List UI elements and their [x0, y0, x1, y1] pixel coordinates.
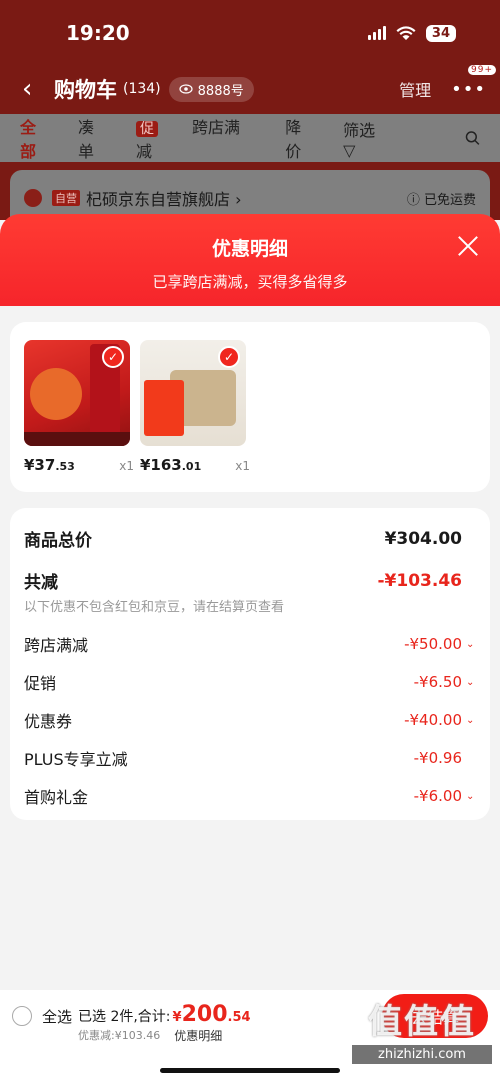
- total-reduce-label: 共减: [24, 573, 58, 593]
- select-all-checkbox[interactable]: [12, 1006, 32, 1026]
- discount-row-promotion[interactable]: 促销 -¥6.50 ⌄: [24, 670, 476, 694]
- chevron-down-icon: ⌄: [466, 676, 475, 688]
- home-indicator: [160, 1068, 340, 1073]
- discount-value: -¥40.00: [404, 711, 462, 729]
- tab-price-drop[interactable]: 降价: [285, 114, 309, 162]
- tab-combine[interactable]: 凑单: [78, 114, 102, 162]
- tab-all[interactable]: 全部: [20, 114, 44, 162]
- discount-value: -¥0.96: [413, 749, 462, 767]
- back-button[interactable]: ‹: [22, 74, 52, 104]
- eye-icon: [179, 84, 193, 94]
- discount-label: 优惠券: [24, 712, 73, 731]
- filter-bar: 全部 凑单 促跨店满减 降价 筛选 ▽: [0, 114, 500, 162]
- watermark-url: zhizhizhi.com: [352, 1045, 492, 1064]
- discount-sheet-header: 优惠明细 已享跨店满减，买得多省得多: [0, 214, 500, 314]
- status-time: 19:20: [66, 21, 130, 45]
- discount-label: 跨店满减: [24, 636, 89, 655]
- discount-value: -¥6.50: [413, 673, 462, 691]
- site-watermark: 值值值 zhizhizhi.com: [352, 994, 492, 1080]
- total-price-label: 商品总价: [24, 531, 92, 551]
- discount-row-cross-store[interactable]: 跨店满减 -¥50.00 ⌄: [24, 632, 476, 656]
- select-all-label[interactable]: 全选: [42, 1006, 72, 1027]
- chevron-down-icon: ⌄: [466, 638, 475, 650]
- account-label: 8888号: [197, 83, 244, 99]
- goods-quantity: x1: [119, 459, 134, 473]
- discount-row-first-purchase[interactable]: 首购礼金 -¥6.00 ⌄: [24, 784, 476, 808]
- goods-item[interactable]: ✓ ¥37.53 x1: [24, 340, 134, 474]
- total-price-row: 商品总价 ¥304.00: [24, 526, 476, 552]
- more-button[interactable]: ••• 99+: [451, 64, 496, 100]
- battery-icon: 34: [425, 24, 456, 42]
- tab-cross-store[interactable]: 促跨店满减: [135, 114, 251, 162]
- discount-label: 首购礼金: [24, 788, 89, 807]
- discount-summary: 优惠减:¥103.46 优惠明细: [78, 1027, 222, 1044]
- goods-image: ✓: [140, 340, 246, 446]
- discount-row-coupon[interactable]: 优惠券 -¥40.00 ⌄: [24, 708, 476, 732]
- goods-image: ✓: [24, 340, 130, 446]
- filter-label: 筛选: [343, 120, 376, 140]
- more-icon: •••: [451, 78, 486, 100]
- discount-note: 以下优惠不包含红包和京豆，请在结算页查看: [24, 600, 285, 615]
- sheet-title: 优惠明细: [211, 238, 288, 260]
- discount-amount: 优惠减:¥103.46: [78, 1029, 161, 1042]
- filter-button[interactable]: 筛选 ▽: [343, 117, 431, 160]
- discount-label: PLUS专享立减: [24, 750, 128, 769]
- watermark-logo: 值值值: [368, 1002, 476, 1042]
- goods-item[interactable]: ✓ ¥163.01 x1: [140, 340, 250, 474]
- free-shipping-label: ⓘ 已免运费: [406, 192, 476, 208]
- chevron-down-icon: ⌄: [466, 714, 475, 726]
- message-badge: 99+: [468, 64, 496, 75]
- filter-icon: ▽: [343, 140, 356, 160]
- cart-count: (134): [123, 81, 161, 97]
- page-title: 购物车: [54, 78, 117, 102]
- total-reduce-value: -¥103.46: [377, 570, 463, 591]
- goods-card: ✓ ¥37.53 x1 ✓ ¥163.01 x1: [10, 322, 490, 492]
- store-checkbox[interactable]: [24, 189, 42, 207]
- goods-quantity: x1: [235, 459, 250, 473]
- discount-sheet-body: ✓ ¥37.53 x1 ✓ ¥163.01 x1 商品总价 ¥304.00 共减: [0, 306, 500, 990]
- store-name[interactable]: 杞硕京东自营旗舰店 ›: [86, 186, 242, 210]
- discount-detail-card: 商品总价 ¥304.00 共减 -¥103.46 以下优惠不包含红包和京豆，请在…: [10, 508, 490, 820]
- discount-detail-link[interactable]: 优惠明细: [174, 1027, 222, 1044]
- total-price-value: ¥304.00: [384, 528, 462, 549]
- self-operated-tag: 自营: [52, 190, 80, 206]
- cart-header: ‹ 购物车 (134) 8888号 管理 ••• 99+: [0, 64, 500, 112]
- discount-value: -¥50.00: [404, 635, 462, 653]
- discount-value: -¥6.00: [413, 787, 462, 805]
- search-icon[interactable]: [465, 128, 480, 148]
- account-switch[interactable]: 8888号: [168, 76, 254, 102]
- signal-icon: [367, 26, 386, 40]
- checkout-total: ¥200.54: [172, 1002, 251, 1027]
- selected-count: 已选 2件,合计:: [78, 1009, 171, 1025]
- sheet-subtitle: 已享跨店满减，买得多省得多: [152, 273, 348, 291]
- selected-summary: 已选 2件,合计: ¥200.54: [78, 1002, 251, 1027]
- wifi-icon: [396, 25, 416, 40]
- total-reduce-row: 共减 -¥103.46: [24, 568, 476, 594]
- discount-row-plus: PLUS专享立减 -¥0.96: [24, 746, 476, 770]
- status-icons: 34: [367, 24, 456, 42]
- check-icon: ✓: [218, 346, 240, 368]
- promo-tag: 促: [135, 121, 158, 137]
- manage-button[interactable]: 管理: [399, 77, 431, 101]
- discount-label: 促销: [24, 674, 57, 693]
- status-bar: 19:20 34: [0, 0, 500, 66]
- goods-price: ¥37.53: [24, 456, 75, 474]
- chevron-down-icon: ⌄: [466, 790, 475, 802]
- close-icon[interactable]: [454, 232, 482, 260]
- check-icon: ✓: [102, 346, 124, 368]
- goods-price: ¥163.01: [140, 456, 202, 474]
